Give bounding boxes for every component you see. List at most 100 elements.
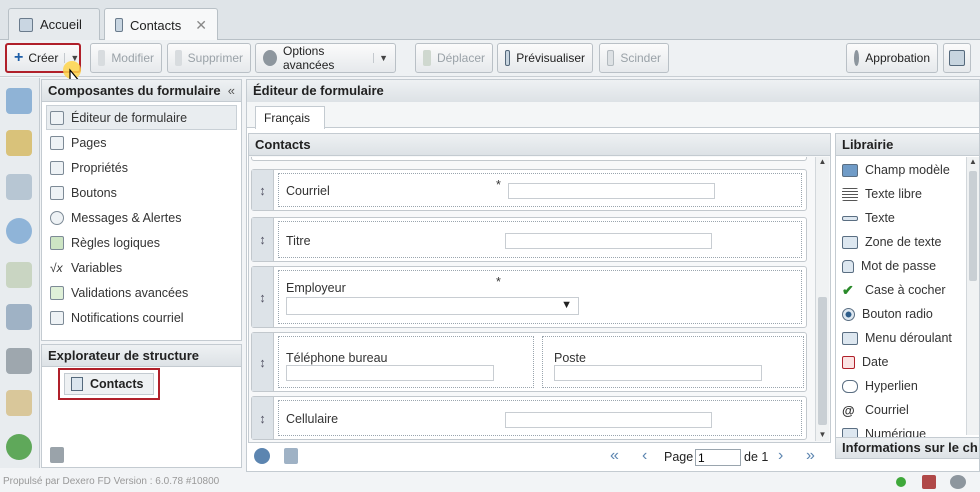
- library-item-text[interactable]: Texte: [836, 206, 979, 230]
- input-telephone[interactable]: [286, 365, 494, 381]
- field-row-cellulaire[interactable]: ↕ Cellulaire: [251, 396, 807, 440]
- library-item-hyperlink[interactable]: Hyperlien: [836, 374, 979, 398]
- field-row-employeur[interactable]: ↕ Employeur * ▼: [251, 266, 807, 328]
- link-icon: [842, 379, 858, 393]
- checkbox-icon: ✔: [842, 281, 854, 298]
- explorer-node-contacts[interactable]: Contacts: [64, 373, 154, 395]
- split-icon: [607, 50, 615, 66]
- form-icon: [115, 18, 123, 32]
- field-row-telephone[interactable]: ↕ Téléphone bureau Poste: [251, 332, 807, 392]
- nav-item-form-editor[interactable]: Éditeur de formulaire: [46, 105, 237, 130]
- section-title: Contacts: [249, 134, 830, 156]
- tab-bar: Accueil Contacts ✕: [0, 0, 980, 41]
- tab-label: Contacts: [129, 17, 182, 33]
- delete-button[interactable]: Supprimer: [167, 43, 251, 73]
- label-telephone: Téléphone bureau: [286, 351, 388, 365]
- drag-handle-icon[interactable]: ↕: [252, 397, 274, 439]
- close-icon[interactable]: ✕: [195, 17, 207, 34]
- field-info-title[interactable]: Informations sur le ch: [835, 437, 980, 459]
- library-item-textarea[interactable]: Zone de texte: [836, 230, 979, 254]
- nav-item-variables[interactable]: √x Variables: [42, 255, 241, 280]
- preview-button[interactable]: Prévisualiser: [497, 43, 593, 73]
- reports-module-icon[interactable]: [6, 262, 32, 288]
- scrollbar-thumb[interactable]: [969, 171, 977, 281]
- info-button[interactable]: [943, 43, 971, 73]
- input-poste[interactable]: [554, 365, 762, 381]
- library-item-radio[interactable]: Bouton radio: [836, 302, 979, 326]
- version-text: Propulsé par Dexero FD Version : 6.0.78 …: [3, 476, 220, 487]
- library-item-dropdown[interactable]: Menu déroulant: [836, 326, 979, 350]
- page-input[interactable]: [695, 449, 741, 466]
- chevron-down-icon[interactable]: ▼: [373, 53, 388, 63]
- explorer-panel-title: Explorateur de structure: [42, 345, 241, 367]
- components-panel: Composantes du formulaire « Éditeur de f…: [41, 79, 242, 341]
- nav-item-properties[interactable]: Propriétés: [42, 155, 241, 180]
- field-row-partial: [251, 157, 807, 161]
- tab-french[interactable]: Français: [255, 106, 325, 129]
- tab-accueil[interactable]: Accueil: [8, 8, 100, 40]
- inbox-module-icon[interactable]: [6, 130, 32, 156]
- trash-icon[interactable]: [50, 447, 64, 463]
- nav-item-logic-rules[interactable]: Règles logiques: [42, 230, 241, 255]
- validation-icon: [50, 285, 64, 300]
- section-fields: ↕ Courriel * ↕ Titre ↕ Employeur * ▼ ↕ T…: [249, 157, 813, 441]
- world-module-icon[interactable]: [6, 434, 32, 460]
- library-item-free-text[interactable]: Texte libre: [836, 182, 979, 206]
- move-button[interactable]: Déplacer: [415, 43, 493, 73]
- library-item-template-field[interactable]: Champ modèle: [836, 158, 979, 182]
- collapse-icon[interactable]: «: [228, 80, 235, 102]
- form-editor-icon: [50, 110, 64, 125]
- trash-icon: [175, 50, 182, 66]
- field-row-courriel[interactable]: ↕ Courriel *: [251, 169, 807, 211]
- tab-contacts[interactable]: Contacts ✕: [104, 8, 218, 41]
- drag-handle-icon[interactable]: ↕: [252, 333, 274, 391]
- library-item-checkbox[interactable]: ✔ Case à cocher: [836, 278, 979, 302]
- approval-button[interactable]: Approbation: [846, 43, 938, 73]
- scroll-module-icon[interactable]: [6, 390, 32, 416]
- last-page-icon[interactable]: »: [806, 447, 815, 465]
- home-module-icon[interactable]: [6, 88, 32, 114]
- envelope-icon: [50, 310, 64, 325]
- nav-item-email-notifications[interactable]: Notifications courriel: [42, 305, 241, 330]
- plus-icon: +: [14, 49, 24, 66]
- modify-button[interactable]: Modifier: [90, 43, 162, 73]
- library-item-email[interactable]: @ Courriel: [836, 398, 979, 422]
- select-employeur[interactable]: ▼: [286, 297, 579, 315]
- nav-item-advanced-validations[interactable]: Validations avancées: [42, 280, 241, 305]
- drag-handle-icon[interactable]: ↕: [252, 218, 274, 261]
- form-node-icon: [71, 377, 83, 391]
- prev-page-icon[interactable]: ‹: [642, 447, 647, 465]
- module-strip: [0, 78, 40, 468]
- tools-module-icon[interactable]: [6, 348, 32, 374]
- settings-doc-icon[interactable]: [284, 448, 298, 464]
- section-scrollbar[interactable]: ▲ ▼: [815, 157, 829, 441]
- edit-icon: [98, 50, 106, 66]
- page-label: Page: [664, 450, 694, 464]
- field-row-titre[interactable]: ↕ Titre: [251, 217, 807, 262]
- advanced-options-button[interactable]: Options avancées ▼: [255, 43, 396, 73]
- forms-module-icon[interactable]: [6, 174, 32, 200]
- scrollbar-thumb[interactable]: [818, 297, 827, 425]
- input-cellulaire[interactable]: [505, 412, 712, 428]
- input-courriel[interactable]: [508, 183, 715, 199]
- globe-module-icon[interactable]: [6, 218, 32, 244]
- first-page-icon[interactable]: «: [610, 447, 619, 465]
- nav-item-pages[interactable]: Pages: [42, 130, 241, 155]
- buttons-icon: [50, 185, 64, 200]
- next-page-icon[interactable]: ›: [778, 447, 783, 465]
- library-item-date[interactable]: Date: [836, 350, 979, 374]
- refresh-icon[interactable]: [254, 448, 270, 464]
- library-item-password[interactable]: Mot de passe: [836, 254, 979, 278]
- servers-module-icon[interactable]: [6, 304, 32, 330]
- settings-gear-icon[interactable]: [950, 475, 966, 489]
- nav-item-buttons[interactable]: Boutons: [42, 180, 241, 205]
- drag-handle-icon[interactable]: ↕: [252, 170, 274, 210]
- library-title: Librairie: [836, 134, 979, 156]
- drag-handle-icon[interactable]: ↕: [252, 267, 274, 327]
- split-button[interactable]: Scinder: [599, 43, 669, 73]
- book-icon[interactable]: [922, 475, 936, 489]
- library-panel: Librairie Champ modèle Texte libre Texte…: [835, 133, 980, 439]
- library-scrollbar[interactable]: ▲: [966, 157, 979, 435]
- nav-item-messages[interactable]: Messages & Alertes: [42, 205, 241, 230]
- input-titre[interactable]: [505, 233, 712, 249]
